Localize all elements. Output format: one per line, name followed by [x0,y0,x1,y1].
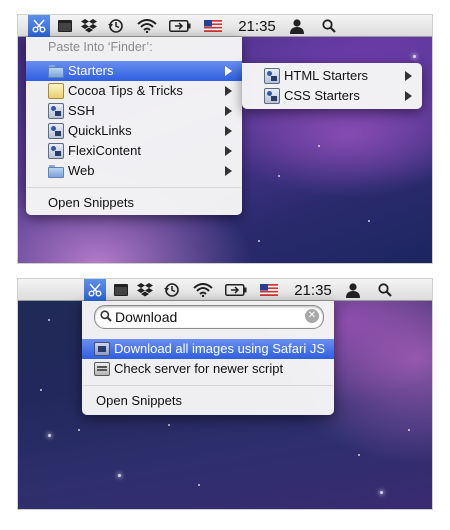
menu-item-label: CSS Starters [284,88,360,103]
menu-bar: 21:35 [18,15,432,37]
snippet-icon [264,68,280,84]
scissors-icon[interactable] [28,15,50,37]
desktop-top: 21:35 Paste Into ‘Finder’: Starters Coco… [18,15,432,263]
open-snippets-item[interactable]: Open Snippets [26,193,242,213]
search-value: Download [115,309,178,325]
us-flag-icon[interactable] [202,15,224,37]
result-label: Download all images using Safari JS [114,341,325,356]
menu-item-label: QuickLinks [68,123,132,138]
folder-icon [48,163,64,179]
starters-submenu: HTML Starters CSS Starters [242,63,422,109]
time-machine-icon[interactable] [106,15,126,37]
window-icon[interactable] [112,279,130,301]
desktop-bottom: 21:35 Download ✕ Download all images usi… [18,279,432,509]
clock[interactable]: 21:35 [286,279,340,301]
result-check-server[interactable]: Check server for newer script [82,359,334,379]
submenu-arrow-icon [225,126,232,136]
submenu-arrow-icon [225,86,232,96]
scissors-icon[interactable] [84,279,106,301]
snippets-menu: Paste Into ‘Finder’: Starters Cocoa Tips… [26,37,242,215]
battery-icon[interactable] [224,279,248,301]
menu-item-flexicontent[interactable]: FlexiContent [26,141,242,161]
search-input[interactable]: Download ✕ [94,305,324,329]
menu-header: Paste Into ‘Finder’: [48,40,153,54]
menu-item-label: Cocoa Tips & Tricks [68,83,183,98]
snippet-icon [264,88,280,104]
user-icon[interactable] [342,279,364,301]
menu-item-web[interactable]: Web [26,161,242,181]
menu-item-ssh[interactable]: SSH [26,101,242,121]
snippet-icon [48,123,64,139]
open-snippets-item[interactable]: Open Snippets [82,391,334,411]
window-icon[interactable] [56,15,74,37]
submenu-item-html-starters[interactable]: HTML Starters [242,66,422,86]
snippet-icon [48,103,64,119]
submenu-arrow-icon [225,66,232,76]
wifi-icon[interactable] [192,279,214,301]
user-icon[interactable] [286,15,308,37]
menu-separator [83,385,333,386]
folder-icon [48,63,64,79]
menu-item-label: Web [68,163,95,178]
clock[interactable]: 21:35 [230,15,284,37]
dropbox-icon[interactable] [136,279,154,301]
wifi-icon[interactable] [136,15,158,37]
us-flag-icon[interactable] [258,279,280,301]
magnifier-icon [100,310,112,322]
result-label: Check server for newer script [114,361,284,376]
search-menu: Download ✕ Download all images using Saf… [82,301,334,415]
submenu-arrow-icon [405,91,412,101]
submenu-arrow-icon [225,146,232,156]
menu-item-starters[interactable]: Starters [26,61,242,81]
menu-item-label: Open Snippets [96,393,183,408]
battery-icon[interactable] [168,15,192,37]
menu-item-label: SSH [68,103,95,118]
menu-item-cocoa-tips[interactable]: Cocoa Tips & Tricks [26,81,242,101]
menu-item-label: Starters [68,63,114,78]
menu-item-label: HTML Starters [284,68,369,83]
submenu-arrow-icon [405,71,412,81]
submenu-item-css-starters[interactable]: CSS Starters [242,86,422,106]
menu-bar: 21:35 [18,279,432,301]
spotlight-icon[interactable] [374,279,396,301]
clear-search-icon[interactable]: ✕ [305,309,319,323]
menu-item-label: FlexiContent [68,143,141,158]
menu-item-label: Open Snippets [48,195,135,210]
script-icon [94,341,110,357]
dropbox-icon[interactable] [80,15,98,37]
document-icon [48,83,64,99]
script-icon [94,361,110,377]
time-machine-icon[interactable] [162,279,182,301]
submenu-arrow-icon [225,106,232,116]
spotlight-icon[interactable] [318,15,340,37]
result-download-images[interactable]: Download all images using Safari JS [82,339,334,359]
snippet-icon [48,143,64,159]
menu-item-quicklinks[interactable]: QuickLinks [26,121,242,141]
menu-separator [27,187,241,188]
submenu-arrow-icon [225,166,232,176]
